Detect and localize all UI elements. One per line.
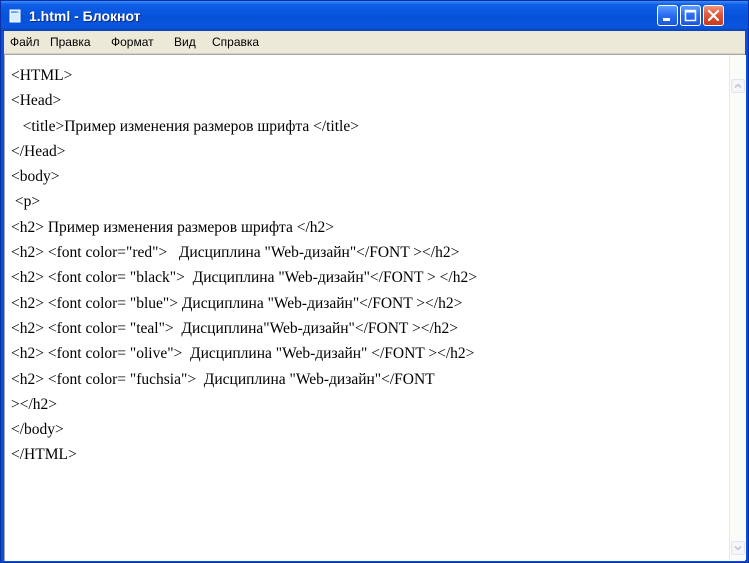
minimize-icon (663, 18, 670, 21)
code-line: <h2> <font color= "olive"> Дисциплина "W… (11, 345, 475, 363)
menu-format[interactable]: Формат (111, 35, 154, 49)
code-line: <title>Пример изменения размеров шрифта … (11, 117, 359, 135)
notepad-icon (8, 9, 22, 23)
code-line: <h2> <font color= "fuchsia"> Дисциплина … (11, 370, 435, 388)
window-title: 1.html - Блокнот (29, 8, 141, 24)
scroll-down-button[interactable] (731, 541, 745, 555)
notepad-window: 1.html - Блокнот Файл Правка Формат Вид … (0, 0, 749, 563)
close-button[interactable] (703, 5, 724, 26)
minimize-button[interactable] (657, 5, 678, 26)
code-line: ></h2> (11, 395, 58, 413)
document-text[interactable]: <HTML> <Head> <title>Пример изменения ра… (11, 63, 723, 558)
code-line: <body> (11, 168, 60, 186)
menu-file[interactable]: Файл (10, 35, 40, 49)
code-line: <HTML> (11, 67, 73, 84)
menu-help[interactable]: Справка (212, 35, 259, 49)
code-line: </HTML> (11, 446, 77, 464)
code-line: <h2> <font color="red"> Дисциплина "Web-… (11, 244, 460, 262)
code-line: </body> (11, 421, 64, 439)
scroll-down-arrow-icon (734, 545, 742, 551)
code-line: <h2> Пример изменения размеров шрифта </… (11, 218, 335, 236)
menu-edit[interactable]: Правка (50, 35, 91, 49)
menu-bar: Файл Правка Формат Вид Справка (4, 31, 745, 54)
maximize-icon (684, 9, 697, 22)
title-bar[interactable]: 1.html - Блокнот (1, 1, 748, 31)
text-editor[interactable]: <HTML> <Head> <title>Пример изменения ра… (4, 54, 746, 561)
code-line: <h2> <font color= "black"> Дисциплина "W… (11, 269, 477, 287)
code-line: </Head> (11, 142, 66, 160)
code-line: <p> (11, 193, 41, 211)
code-line: <h2> <font color= "blue"> Дисциплина "We… (11, 294, 463, 312)
menu-view[interactable]: Вид (174, 35, 196, 49)
scroll-up-arrow-icon (734, 83, 742, 89)
scroll-up-button[interactable] (731, 79, 745, 93)
code-line: <Head> (11, 92, 62, 110)
maximize-button[interactable] (680, 5, 701, 26)
close-icon (707, 9, 720, 22)
code-line: <h2> <font color= "teal"> Дисциплина"Web… (11, 319, 459, 337)
vertical-scrollbar[interactable] (729, 55, 746, 560)
